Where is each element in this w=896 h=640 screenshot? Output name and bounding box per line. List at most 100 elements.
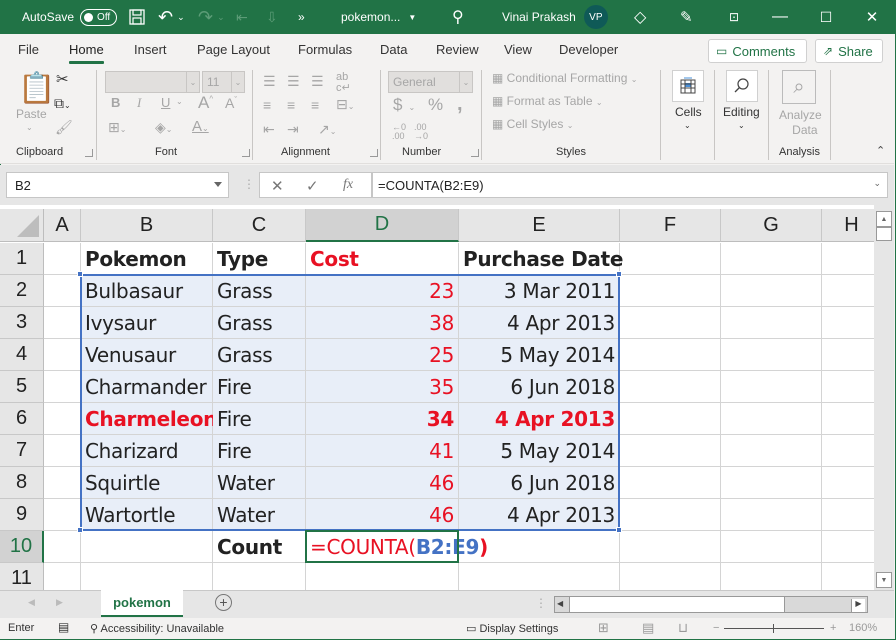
row-header-7[interactable]: 7 [0, 435, 44, 467]
editing-button[interactable]: Editing [723, 106, 760, 118]
decrease-font-icon[interactable]: Aˇ [225, 96, 237, 110]
share-button[interactable]: ⇗ Share [815, 39, 883, 63]
cell-f9[interactable] [620, 499, 721, 531]
range-resize-handle[interactable] [77, 271, 83, 277]
column-header-a[interactable]: A [44, 209, 81, 242]
range-resize-handle[interactable] [77, 527, 83, 533]
vertical-scrollbar[interactable]: ▲ ▼ [874, 205, 894, 590]
format-as-table-button[interactable]: ▦ Format as Table ⌄ [492, 95, 603, 107]
add-sheet-icon[interactable]: + [215, 594, 232, 611]
autosave-toggle[interactable]: Off [80, 8, 118, 26]
horizontal-scroll-thumb[interactable] [569, 597, 785, 612]
row-header-4[interactable]: 4 [0, 339, 44, 371]
underline-button[interactable]: U [161, 96, 170, 109]
cell-cost[interactable]: 34 [306, 403, 459, 435]
scroll-up-button[interactable]: ▲ [876, 211, 892, 227]
paste-button[interactable]: Paste [16, 108, 47, 120]
zoom-slider-thumb[interactable] [773, 624, 774, 633]
scroll-right-button[interactable]: ▶ [851, 599, 865, 612]
cell-f7[interactable] [620, 435, 721, 467]
cell-g6[interactable] [721, 403, 822, 435]
header-pokemon[interactable]: Pokemon [81, 243, 213, 275]
cell-a9[interactable] [44, 499, 81, 531]
cell-g9[interactable] [721, 499, 822, 531]
cell-type[interactable]: Water [213, 467, 306, 499]
column-header-g[interactable]: G [721, 209, 822, 242]
header-cost[interactable]: Cost [306, 243, 459, 275]
cell-pokemon[interactable]: Charizard [81, 435, 213, 467]
editing-dropdown-icon[interactable]: ⌄ [738, 122, 745, 130]
pen-icon[interactable]: ✎ [680, 0, 693, 34]
comments-button[interactable]: ▭ Comments [708, 39, 807, 63]
font-name-combo[interactable]: ⌄ [105, 71, 200, 93]
alignment-launcher-icon[interactable] [370, 149, 378, 157]
header-purchase-date[interactable]: Purchase Date [459, 243, 623, 275]
zoom-slider[interactable] [724, 624, 824, 633]
cell-h8[interactable] [822, 467, 882, 499]
cell-a4[interactable] [44, 339, 81, 371]
row-header-3[interactable]: 3 [0, 307, 44, 339]
row-header-1[interactable]: 1 [0, 243, 44, 275]
zoom-in-button[interactable]: + [830, 622, 836, 634]
cell-g1[interactable] [721, 243, 822, 275]
analyze-data-button[interactable]: Analyze Data [779, 108, 822, 138]
expand-formula-icon[interactable]: ⌄ [873, 178, 881, 189]
tab-data[interactable]: Data [380, 42, 407, 57]
column-header-d[interactable]: D [306, 209, 459, 242]
align-left-icon[interactable]: ≡ [263, 98, 271, 112]
formula-input[interactable]: =COUNTA(B2:E9) ⌄ [372, 172, 888, 198]
cell-type[interactable]: Water [213, 499, 306, 531]
cell-pokemon[interactable]: Venusaur [81, 339, 213, 371]
column-header-f[interactable]: F [620, 209, 721, 242]
cell-f1[interactable] [620, 243, 721, 275]
cell-type[interactable]: Fire [213, 435, 306, 467]
orientation-icon[interactable]: ↗⌄ [318, 122, 336, 136]
cell-pokemon[interactable]: Charmander [81, 371, 213, 403]
normal-view-icon[interactable]: ⊞ [598, 620, 609, 636]
cell-pokemon[interactable]: Charmeleon [81, 403, 217, 435]
cell-a2[interactable] [44, 275, 81, 307]
row-header-6[interactable]: 6 [0, 403, 44, 435]
cell-h9[interactable] [822, 499, 882, 531]
italic-button[interactable]: I [137, 96, 141, 109]
increase-indent-icon[interactable]: ⇥ [287, 122, 299, 136]
cell-purchase-date[interactable]: 6 Jun 2018 [459, 467, 620, 499]
formula-bar-grip[interactable]: ⋮ [243, 177, 255, 191]
select-all-button[interactable] [0, 209, 44, 242]
diamond-icon[interactable]: ◇ [634, 0, 646, 34]
cell-f6[interactable] [620, 403, 721, 435]
cell-f5[interactable] [620, 371, 721, 403]
cell-pokemon[interactable]: Ivysaur [81, 307, 213, 339]
minimize-button[interactable]: — [757, 0, 803, 34]
paste-dropdown-icon[interactable]: ⌄ [26, 124, 33, 132]
more-commands-button[interactable]: » [298, 0, 305, 34]
cell-h4[interactable] [822, 339, 882, 371]
collapse-ribbon-icon[interactable]: ⌃ [876, 146, 885, 157]
row-header-9[interactable]: 9 [0, 499, 44, 531]
row-header-5[interactable]: 5 [0, 371, 44, 403]
range-resize-handle[interactable] [616, 271, 622, 277]
cell-h5[interactable] [822, 371, 882, 403]
tab-file[interactable]: File [18, 42, 39, 57]
cells-button[interactable]: Cells [675, 106, 702, 118]
tab-developer[interactable]: Developer [559, 42, 618, 57]
sheet-tab-pokemon[interactable]: pokemon [101, 590, 183, 617]
cell-f4[interactable] [620, 339, 721, 371]
cell-a7[interactable] [44, 435, 81, 467]
cell-a1[interactable] [44, 243, 81, 275]
scroll-left-button[interactable]: ◀ [557, 599, 563, 608]
font-color-icon[interactable]: A⌄ [192, 119, 209, 134]
count-label[interactable]: Count [213, 531, 306, 563]
cut-icon[interactable]: ✂ [56, 72, 69, 87]
cell-h7[interactable] [822, 435, 882, 467]
undo-icon[interactable]: ↶ ⌄ [158, 0, 185, 34]
cell-purchase-date[interactable]: 4 Apr 2013 [459, 403, 620, 435]
font-launcher-icon[interactable] [242, 149, 250, 157]
cell-g2[interactable] [721, 275, 822, 307]
cell-a5[interactable] [44, 371, 81, 403]
horizontal-scrollbar[interactable]: ◀ ▶ [554, 596, 868, 613]
cell-purchase-date[interactable]: 4 Apr 2013 [459, 307, 620, 339]
cell-pokemon[interactable]: Wartortle [81, 499, 213, 531]
bottom-align-icon[interactable]: ☰ [311, 74, 324, 88]
search-icon[interactable]: ⚲ [452, 0, 464, 34]
